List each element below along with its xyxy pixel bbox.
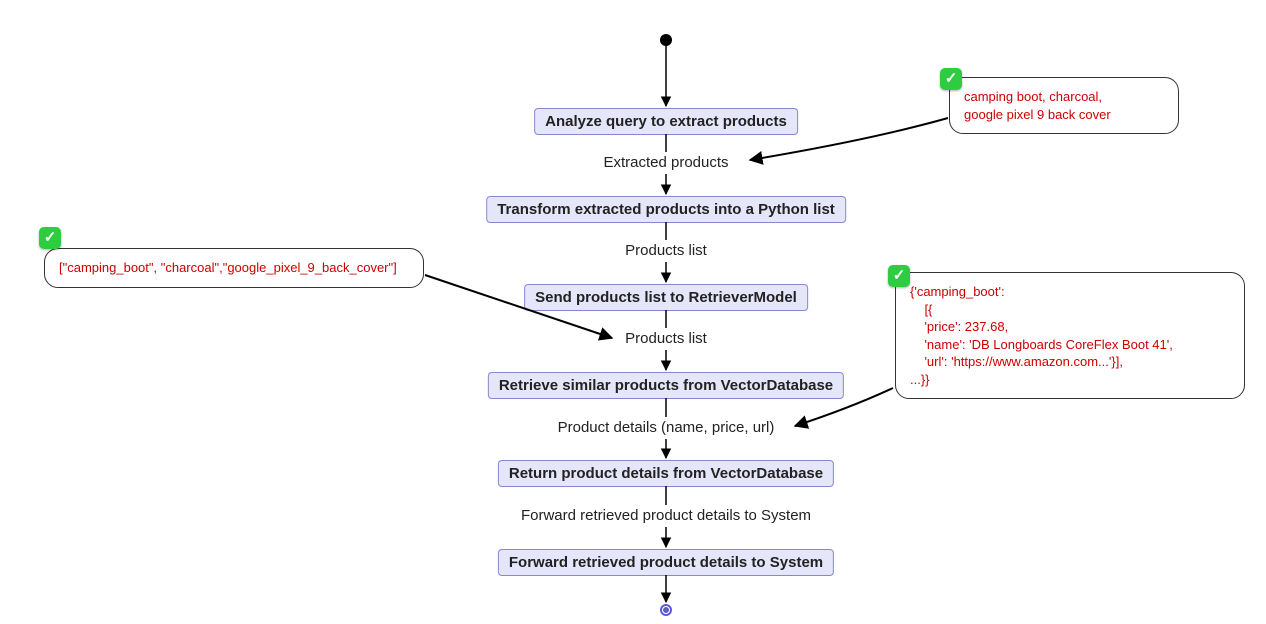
check-icon: ✓ xyxy=(888,265,910,287)
note-top-right: camping boot, charcoal, google pixel 9 b… xyxy=(949,77,1179,134)
note-left-text: ["camping_boot", "charcoal","google_pixe… xyxy=(59,260,397,275)
step-retrieve-vector: Retrieve similar products from VectorDat… xyxy=(488,372,844,399)
note-left: ["camping_boot", "charcoal","google_pixe… xyxy=(44,248,424,288)
check-icon: ✓ xyxy=(940,68,962,90)
step-forward-system: Forward retrieved product details to Sys… xyxy=(498,549,834,576)
step-send-retriever: Send products list to RetrieverModel xyxy=(524,284,808,311)
end-node xyxy=(660,604,672,616)
note-right-text: {'camping_boot': [{ 'price': 237.68, 'na… xyxy=(910,284,1173,387)
edge-products-list-1: Products list xyxy=(625,242,707,259)
edge-forward-details: Forward retrieved product details to Sys… xyxy=(521,507,811,524)
check-icon: ✓ xyxy=(39,227,61,249)
step-transform-list: Transform extracted products into a Pyth… xyxy=(486,196,846,223)
edge-product-details: Product details (name, price, url) xyxy=(558,419,775,436)
edge-products-list-2: Products list xyxy=(625,330,707,347)
start-node xyxy=(660,34,672,46)
note-right: {'camping_boot': [{ 'price': 237.68, 'na… xyxy=(895,272,1245,399)
edge-extracted-products: Extracted products xyxy=(603,154,728,171)
step-return-details: Return product details from VectorDataba… xyxy=(498,460,834,487)
diagram-canvas: Analyze query to extract products Extrac… xyxy=(0,0,1266,624)
note-top-right-text: camping boot, charcoal, google pixel 9 b… xyxy=(964,89,1111,122)
step-analyze-query: Analyze query to extract products xyxy=(534,108,798,135)
